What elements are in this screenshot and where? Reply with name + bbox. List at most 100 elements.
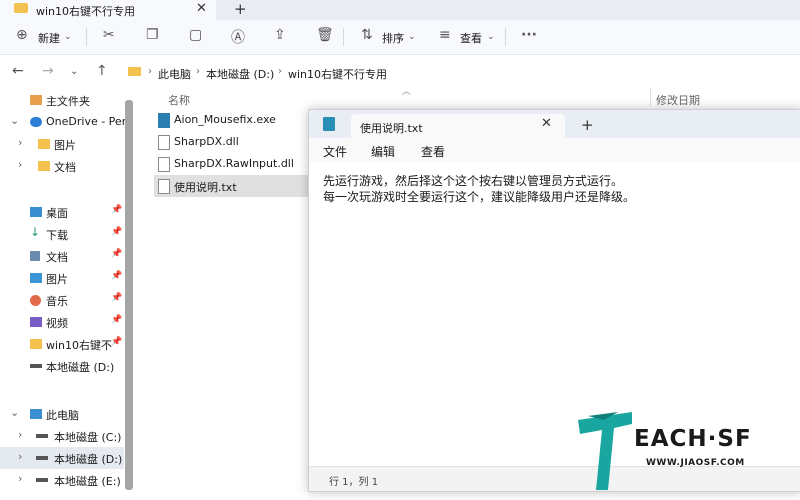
view-icon[interactable]: ≡: [439, 27, 451, 43]
back-icon[interactable]: ←: [12, 63, 24, 79]
drive-icon: [30, 364, 42, 368]
forward-icon[interactable]: →: [42, 63, 54, 79]
sidebar-item-drive-d-quick[interactable]: 本地磁盘 (D:): [0, 355, 124, 377]
pin-icon[interactable]: 📌: [111, 227, 122, 237]
music-icon: [30, 295, 41, 306]
watermark-logo: EACH·SF WWW.JIAOSF.COM: [578, 410, 800, 494]
pin-icon[interactable]: 📌: [111, 205, 122, 215]
sidebar-item-videos[interactable]: 视频 📌: [0, 311, 124, 333]
chevron-right-icon[interactable]: ›: [18, 136, 22, 149]
folder-icon: [38, 161, 50, 171]
folder-icon: [128, 67, 141, 76]
folder-icon: [14, 3, 28, 13]
download-icon: ↓: [30, 225, 41, 239]
home-icon: [30, 95, 42, 105]
notepad-tab[interactable]: 使用说明.txt ✕: [351, 114, 565, 138]
sidebar-item-music[interactable]: 音乐 📌: [0, 289, 124, 311]
pin-icon[interactable]: 📌: [111, 293, 122, 303]
share-icon[interactable]: ⇪: [274, 27, 286, 43]
sidebar-scrollbar[interactable]: [125, 100, 133, 490]
menu-file[interactable]: 文件: [323, 143, 347, 160]
sidebar-item-drive-d[interactable]: › 本地磁盘 (D:): [0, 447, 124, 469]
file-row[interactable]: SharpDX.dll: [154, 131, 314, 153]
chevron-down-icon[interactable]: ⌄: [408, 32, 416, 42]
recent-locations-icon[interactable]: ⌄: [70, 66, 78, 77]
cursor-position: 行 1，列 1: [329, 477, 379, 488]
toolbar-divider: [86, 28, 87, 46]
sidebar-item-label: 视频: [46, 317, 68, 330]
close-icon[interactable]: ✕: [541, 116, 552, 131]
chevron-right-icon[interactable]: ›: [18, 472, 22, 485]
column-header-modified[interactable]: 修改日期: [656, 92, 700, 108]
pin-icon[interactable]: 📌: [111, 315, 122, 325]
pin-icon[interactable]: 📌: [111, 249, 122, 259]
pin-icon[interactable]: 📌: [111, 337, 122, 347]
explorer-tab-title: win10右键不行专用: [36, 5, 136, 18]
sidebar-item-documents[interactable]: › 文档: [0, 155, 124, 177]
txt-icon: [158, 179, 170, 194]
explorer-tab[interactable]: win10右键不行专用 ✕: [0, 0, 216, 20]
sort-icon[interactable]: ⇅: [361, 27, 373, 43]
address-bar[interactable]: › 此电脑 › 本地磁盘 (D:) › win10右键不行专用: [122, 61, 800, 83]
notepad-icon: [323, 117, 335, 131]
close-icon[interactable]: ✕: [196, 1, 207, 16]
cut-icon[interactable]: ✂: [103, 27, 115, 43]
column-divider[interactable]: [650, 88, 651, 106]
sidebar-item-win10-folder[interactable]: win10右键不 📌: [0, 333, 124, 355]
folder-icon: [30, 339, 42, 349]
new-icon[interactable]: ⊕: [16, 27, 28, 43]
paste-icon[interactable]: ▢: [189, 27, 202, 43]
chevron-down-icon[interactable]: ⌄: [64, 32, 72, 42]
view-button-label[interactable]: 查看: [460, 30, 482, 46]
file-row[interactable]: Aion_Mousefix.exe: [154, 109, 314, 131]
chevron-right-icon[interactable]: ›: [18, 450, 22, 463]
sidebar-item-drive-e[interactable]: › 本地磁盘 (E:): [0, 469, 124, 491]
sidebar-item-pictures-quick[interactable]: 图片 📌: [0, 267, 124, 289]
pin-icon[interactable]: 📌: [111, 271, 122, 281]
file-row[interactable]: 使用说明.txt: [154, 175, 314, 197]
new-tab-icon[interactable]: +: [234, 0, 247, 18]
sidebar-item-drive-c[interactable]: › 本地磁盘 (C:): [0, 425, 124, 447]
sidebar-item-label: 图片: [54, 139, 76, 152]
up-icon[interactable]: ↑: [96, 63, 108, 79]
menu-view[interactable]: 查看: [421, 143, 445, 160]
video-icon: [30, 317, 42, 327]
chevron-right-icon[interactable]: ›: [18, 158, 22, 171]
chevron-down-icon[interactable]: ⌄: [10, 114, 19, 127]
column-header-name[interactable]: 名称: [168, 92, 190, 108]
dll-icon: [158, 135, 170, 150]
more-options-icon[interactable]: ···: [521, 27, 537, 43]
chevron-right-icon: ›: [278, 66, 282, 77]
chevron-right-icon[interactable]: ›: [18, 428, 22, 441]
logo-t-icon: [578, 412, 632, 490]
sidebar-item-pictures[interactable]: › 图片: [0, 133, 124, 155]
notepad-menu-bar: 文件 编辑 查看: [309, 138, 800, 162]
file-row[interactable]: SharpDX.RawInput.dll: [154, 153, 314, 175]
breadcrumb-drive-d[interactable]: 本地磁盘 (D:): [206, 66, 274, 82]
breadcrumb-this-pc[interactable]: 此电脑: [158, 66, 191, 82]
explorer-toolbar: ⊕ 新建 ⌄ ✂ ❐ ▢ Ⓐ ⇪ 🗑 ⇅ 排序 ⌄ ≡ 查看 ⌄ ···: [0, 20, 800, 55]
text-line: 先运行游戏，然后择这个这个按右键以管理员方式运行。: [323, 174, 624, 188]
copy-icon[interactable]: ❐: [146, 27, 159, 43]
computer-icon: [30, 409, 42, 419]
sidebar-item-desktop[interactable]: 桌面 📌: [0, 201, 124, 223]
sidebar-item-home[interactable]: 主文件夹: [0, 89, 124, 111]
breadcrumb-folder[interactable]: win10右键不行专用: [288, 66, 387, 82]
new-button-label[interactable]: 新建: [38, 30, 60, 46]
new-tab-icon[interactable]: +: [581, 116, 594, 134]
sidebar-item-onedrive[interactable]: ⌄ OneDrive - Per: [0, 111, 126, 133]
chevron-down-icon[interactable]: ⌄: [487, 32, 495, 42]
sidebar-item-label: 音乐: [46, 295, 68, 308]
file-name: SharpDX.RawInput.dll: [174, 157, 294, 170]
sidebar-item-label: 文档: [54, 161, 76, 174]
sort-button-label[interactable]: 排序: [382, 30, 404, 46]
menu-edit[interactable]: 编辑: [371, 143, 395, 160]
sidebar-item-downloads[interactable]: ↓ 下载 📌: [0, 223, 124, 245]
drive-icon: [36, 478, 48, 482]
document-icon: [30, 251, 40, 261]
rename-icon[interactable]: Ⓐ: [231, 27, 245, 47]
sidebar-item-this-pc[interactable]: ⌄ 此电脑: [0, 403, 124, 425]
sidebar-item-documents-quick[interactable]: 文档 📌: [0, 245, 124, 267]
chevron-down-icon[interactable]: ⌄: [10, 406, 19, 419]
delete-icon[interactable]: 🗑: [316, 27, 334, 43]
